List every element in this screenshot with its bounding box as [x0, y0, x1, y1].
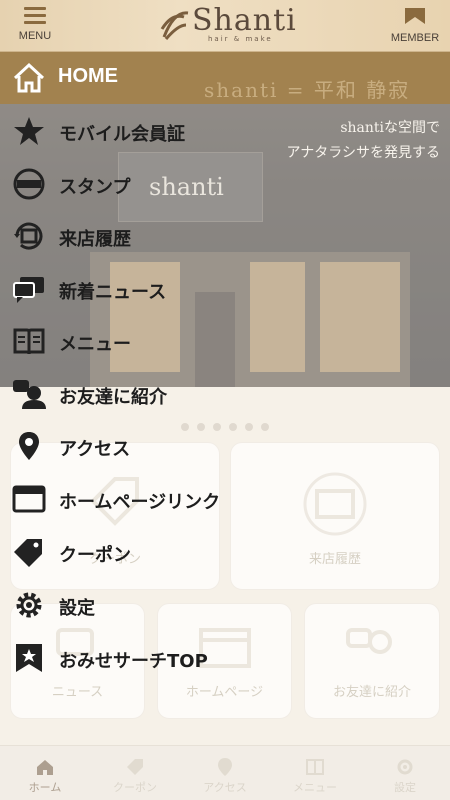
drawer-item-label: 来店履歴	[59, 229, 131, 250]
drawer-item-refer-friend[interactable]: お友達に紹介	[0, 368, 450, 420]
drawer-item-label: モバイル会員証	[59, 124, 185, 145]
member-label: MEMBER	[390, 32, 440, 44]
drawer-item-home[interactable]: HOME shanti = 平和 静寂	[0, 52, 450, 104]
home-icon	[13, 62, 45, 93]
drawer-item-omise-search[interactable]: おみせサーチTOP	[0, 632, 450, 684]
drawer-item-homepage-link[interactable]: ホームページリンク	[0, 473, 450, 525]
drawer-item-menu[interactable]: メニュー	[0, 315, 450, 367]
gear-icon	[16, 592, 42, 618]
drawer-item-news[interactable]: 新着ニュース	[0, 263, 450, 315]
bookmark-star-icon	[16, 644, 42, 672]
logo-mark-icon	[160, 11, 189, 40]
book-icon	[13, 328, 45, 355]
drawer-item-visit-history[interactable]: 来店履歴	[0, 210, 450, 262]
member-card-icon	[405, 8, 425, 24]
drawer-item-settings[interactable]: 設定	[0, 579, 450, 631]
drawer-item-label: おみせサーチTOP	[59, 651, 208, 672]
drawer-item-label: アクセス	[59, 439, 131, 460]
hero-tagline: shanti = 平和 静寂	[204, 78, 411, 102]
side-drawer-menu: HOME shanti = 平和 静寂 モバイル会員証 スタンプ 来店履歴 新着…	[0, 52, 450, 692]
star-icon	[14, 117, 44, 145]
drawer-item-label: スタンプ	[59, 177, 131, 198]
hamburger-icon	[24, 6, 46, 24]
drawer-item-label: メニュー	[59, 334, 131, 355]
member-button[interactable]: MEMBER	[380, 6, 450, 44]
drawer-item-label: お友達に紹介	[59, 387, 167, 408]
drawer-item-label: 新着ニュース	[59, 282, 167, 303]
chat-bubbles-icon	[13, 277, 44, 303]
app-logo: Shanti hair & make	[158, 3, 298, 47]
drawer-item-label: クーポン	[59, 545, 131, 566]
browser-icon	[12, 485, 46, 513]
drawer-item-label: ホームページリンク	[59, 492, 221, 513]
user-refer-icon	[13, 380, 46, 409]
menu-button[interactable]: MENU	[0, 6, 70, 42]
app-header: MENU Shanti hair & make MEMBER	[0, 0, 450, 52]
tag-icon	[14, 539, 42, 567]
stamp-icon	[13, 168, 45, 200]
map-pin-icon	[19, 432, 39, 460]
drawer-item-access[interactable]: アクセス	[0, 420, 450, 472]
visit-history-icon	[14, 222, 43, 250]
drawer-item-coupon[interactable]: クーポン	[0, 526, 450, 578]
drawer-item-member-card[interactable]: モバイル会員証	[0, 105, 450, 157]
menu-label: MENU	[18, 30, 52, 42]
drawer-item-stamp[interactable]: スタンプ	[0, 158, 450, 210]
logo-text: Shanti	[192, 3, 297, 38]
logo-subtext: hair & make	[208, 35, 273, 43]
drawer-home-label: HOME	[58, 65, 118, 87]
drawer-item-label: 設定	[59, 598, 95, 619]
